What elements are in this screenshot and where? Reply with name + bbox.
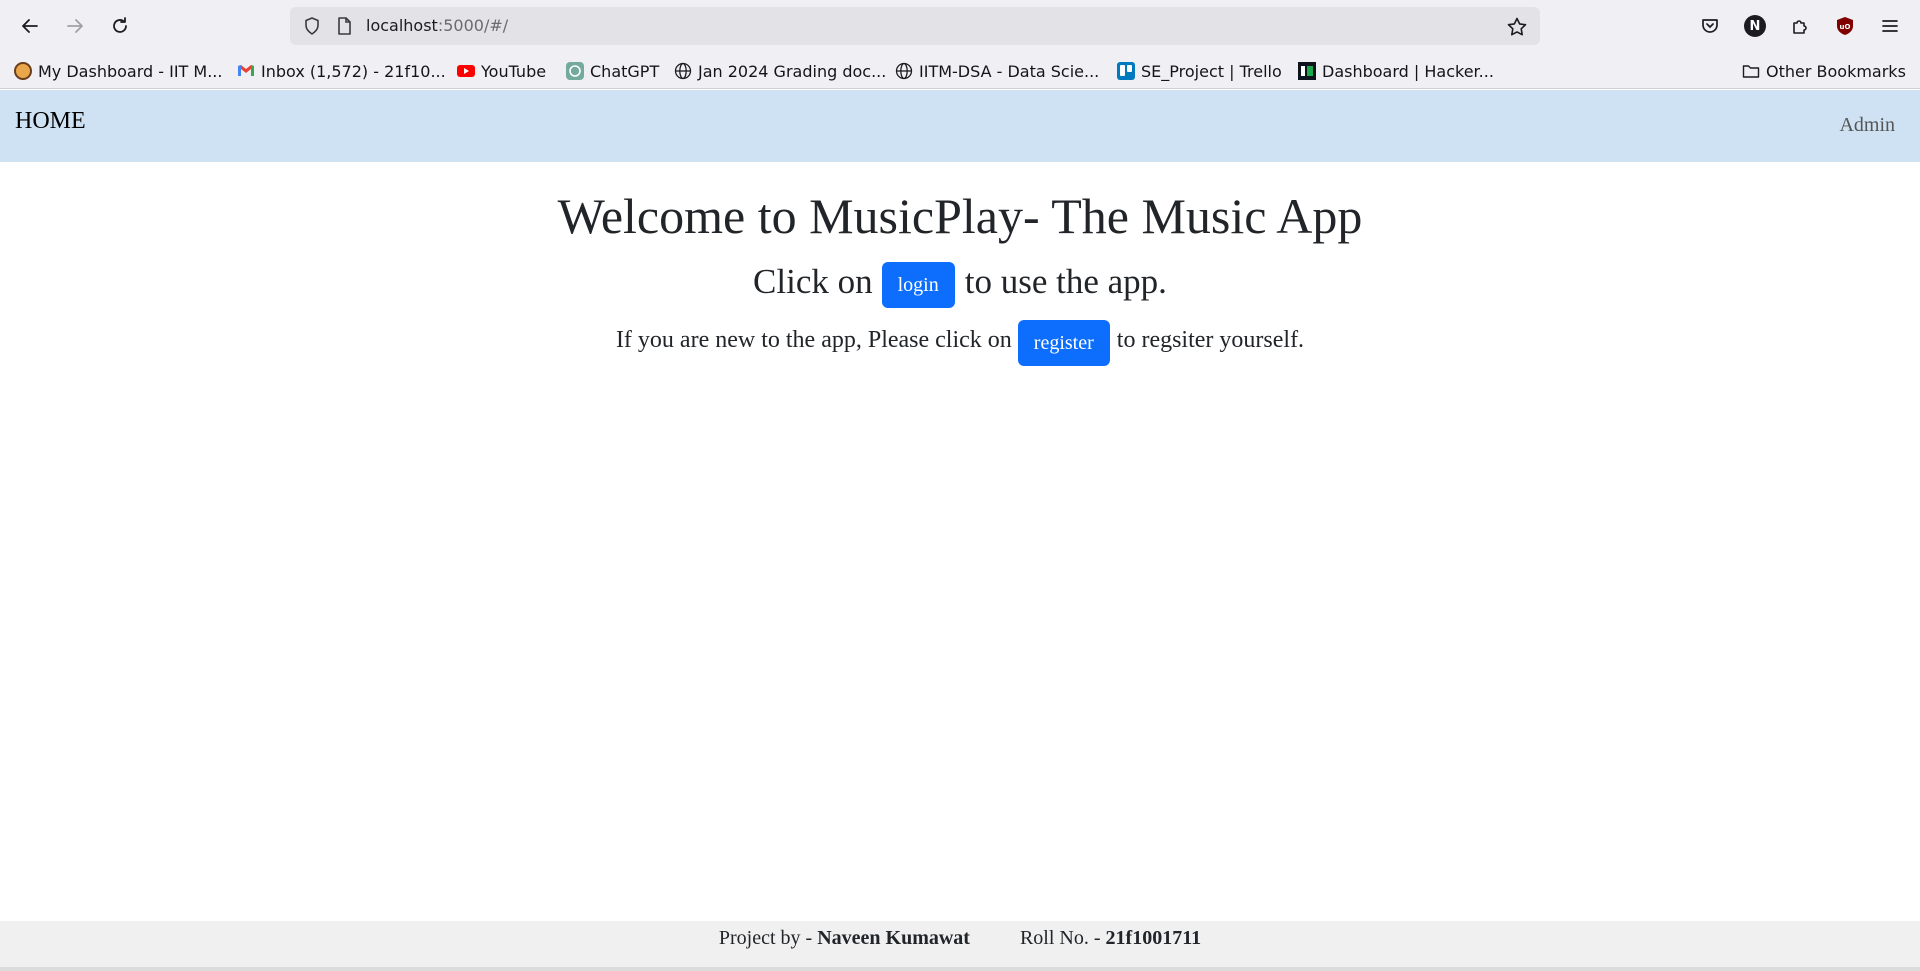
bookmark-item[interactable]: Inbox (1,572) - 21f10... bbox=[237, 59, 446, 83]
register-button[interactable]: register bbox=[1017, 320, 1110, 366]
hackerrank-icon bbox=[1298, 62, 1316, 80]
gmail-icon bbox=[238, 65, 254, 76]
browser-toolbar: localhost:5000/#/ N uO bbox=[0, 0, 1920, 52]
youtube-icon bbox=[457, 65, 475, 77]
ublock-icon: uO bbox=[1837, 17, 1853, 35]
roll-label: Roll No. - bbox=[1019, 927, 1101, 949]
bookmark-star-icon[interactable] bbox=[1506, 16, 1528, 38]
pocket-icon bbox=[1702, 19, 1718, 33]
page-icon[interactable] bbox=[334, 16, 354, 36]
app-navbar: HOME Admin bbox=[0, 90, 1920, 162]
chatgpt-icon bbox=[566, 62, 584, 80]
address-bar[interactable]: localhost:5000/#/ bbox=[290, 7, 1540, 45]
register-line: If you are new to the app, Please click … bbox=[0, 316, 1920, 366]
bookmark-item[interactable]: YouTube bbox=[457, 59, 546, 83]
reload-icon bbox=[113, 17, 127, 33]
profile-button[interactable]: N bbox=[1743, 14, 1767, 38]
bookmark-item[interactable]: My Dashboard - IIT M... bbox=[14, 59, 222, 83]
back-button[interactable] bbox=[15, 11, 45, 41]
login-button[interactable]: login bbox=[881, 262, 955, 308]
extensions-button[interactable] bbox=[1788, 14, 1812, 38]
ublock-button[interactable]: uO bbox=[1833, 14, 1857, 38]
globe-icon bbox=[895, 62, 913, 80]
forward-button[interactable] bbox=[60, 11, 90, 41]
pocket-button[interactable] bbox=[1698, 14, 1722, 38]
project-author: Naveen Kumawat bbox=[817, 927, 970, 949]
login-prefix: Click on bbox=[753, 262, 873, 301]
footer: Project by - Naveen Kumawat Roll No. - 2… bbox=[0, 921, 1920, 967]
profile-avatar: N bbox=[1744, 15, 1766, 37]
roll-number: 21f1001711 bbox=[1105, 927, 1202, 949]
page-title: Welcome to MusicPlay- The Music App bbox=[557, 188, 1363, 244]
bookmarks-bar: My Dashboard - IIT M... Inbox (1,572) - … bbox=[0, 52, 1920, 89]
admin-link[interactable]: Admin bbox=[1839, 114, 1895, 137]
folder-icon bbox=[1742, 65, 1760, 78]
bookmark-item[interactable]: IITM-DSA - Data Scie... bbox=[895, 59, 1099, 83]
login-suffix: to use the app. bbox=[964, 262, 1167, 301]
register-prefix: If you are new to the app, Please click … bbox=[615, 327, 1012, 353]
home-link[interactable]: HOME bbox=[15, 108, 86, 135]
bookmark-item[interactable]: Jan 2024 Grading doc... bbox=[674, 59, 886, 83]
reload-button[interactable] bbox=[105, 11, 135, 41]
forward-arrow-icon bbox=[67, 19, 83, 33]
shield-icon[interactable] bbox=[302, 16, 322, 36]
url-text[interactable]: localhost:5000/#/ bbox=[366, 16, 508, 36]
bookmark-item[interactable]: SE_Project | Trello bbox=[1117, 59, 1282, 83]
project-label: Project by - bbox=[718, 927, 813, 949]
svg-text:uO: uO bbox=[1840, 23, 1851, 31]
hamburger-menu-icon bbox=[1882, 20, 1898, 32]
login-line: Click on login to use the app. bbox=[0, 258, 1920, 308]
menu-button[interactable] bbox=[1878, 14, 1902, 38]
globe-icon bbox=[674, 62, 692, 80]
bookmark-item[interactable]: Dashboard | Hacker... bbox=[1298, 59, 1494, 83]
trello-icon bbox=[1117, 62, 1135, 80]
other-bookmarks[interactable]: Other Bookmarks bbox=[1742, 59, 1906, 83]
back-arrow-icon bbox=[22, 19, 38, 33]
puzzle-icon bbox=[1793, 20, 1807, 34]
avatar-icon bbox=[14, 62, 32, 80]
bookmark-item[interactable]: ChatGPT bbox=[566, 59, 659, 83]
register-suffix: to regsiter yourself. bbox=[1116, 327, 1305, 353]
window-bottom-edge bbox=[0, 967, 1920, 971]
